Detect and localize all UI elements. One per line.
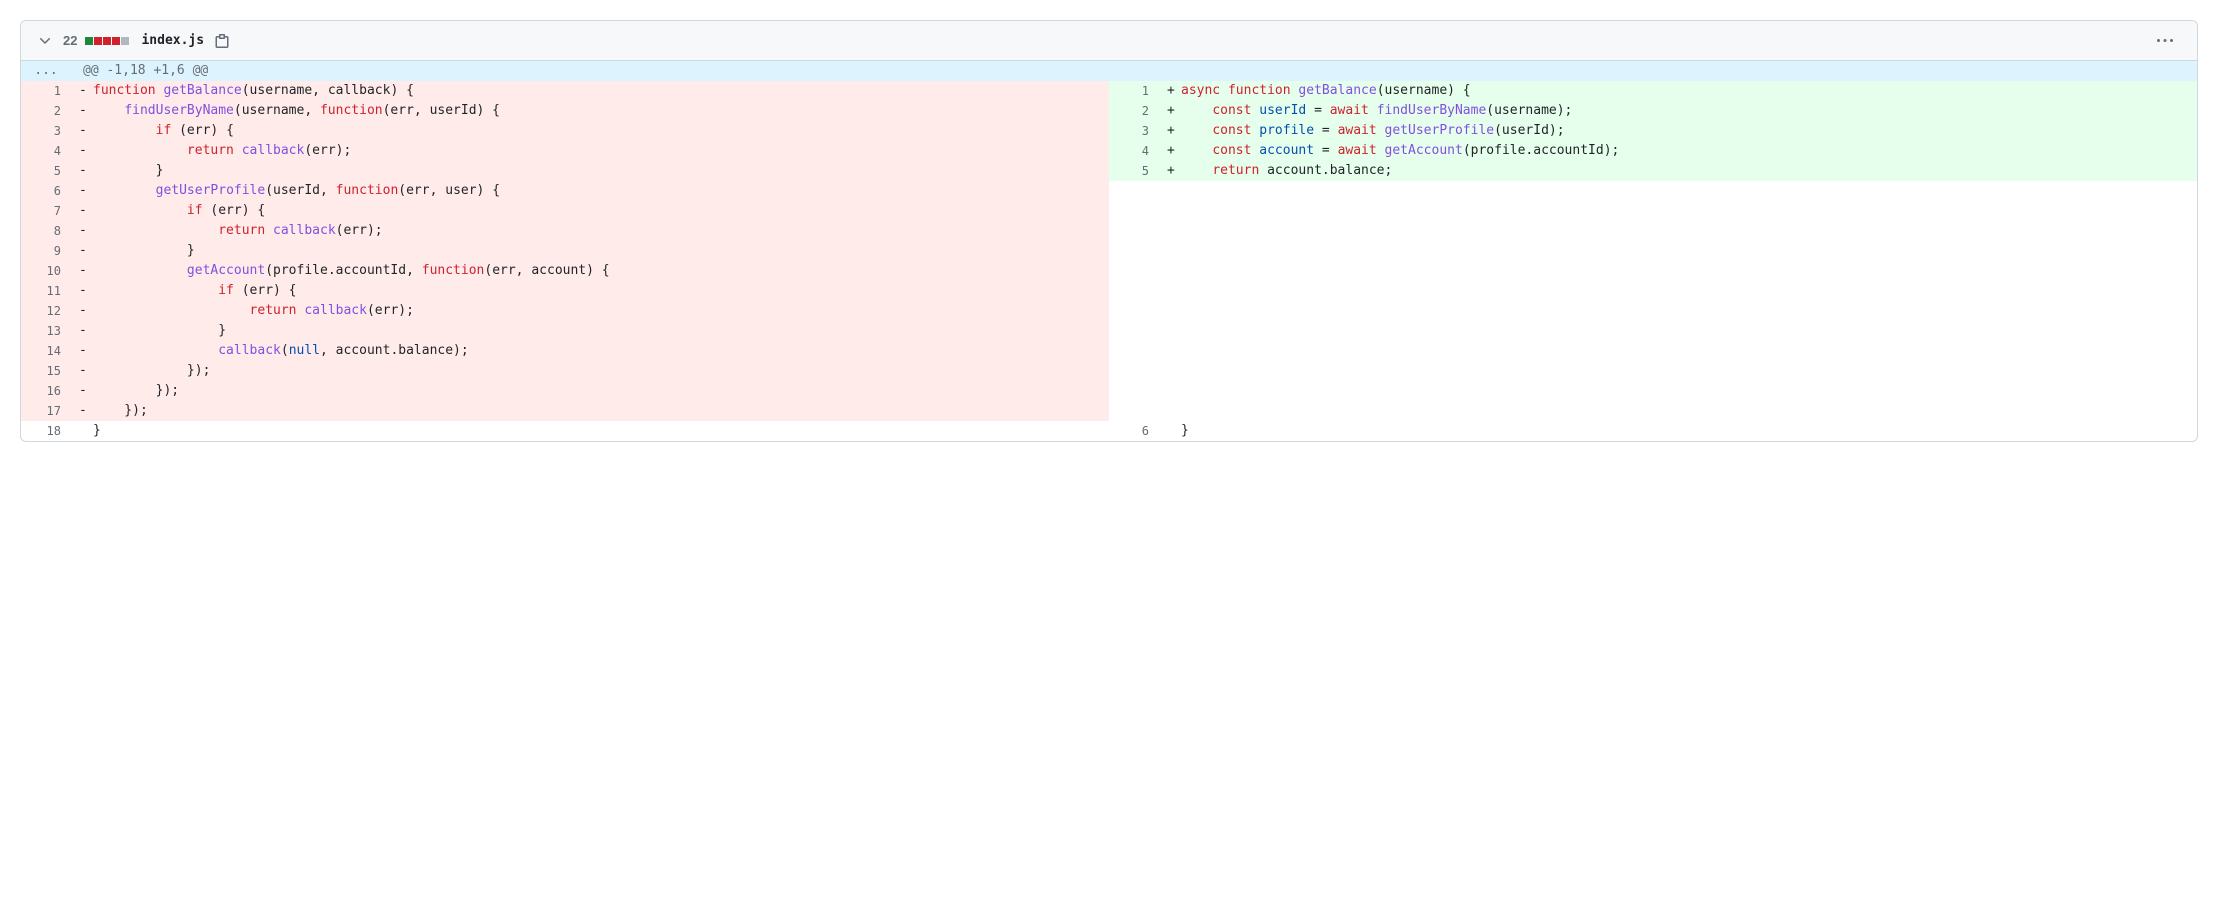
- line-number[interactable]: 5: [21, 161, 71, 181]
- line-number[interactable]: 18: [21, 421, 71, 441]
- code-line[interactable]: }: [71, 161, 1109, 181]
- line-number[interactable]: 6: [21, 181, 71, 201]
- table-row: 12 return callback(err);: [21, 301, 2197, 321]
- table-row: 7 if (err) {: [21, 201, 2197, 221]
- line-number[interactable]: 16: [21, 381, 71, 401]
- line-number[interactable]: 1: [21, 81, 71, 101]
- code-line[interactable]: }: [1159, 421, 2197, 441]
- code-line[interactable]: const userId = await findUserByName(user…: [1159, 101, 2197, 121]
- code-line[interactable]: async function getBalance(username) {: [1159, 81, 2197, 101]
- code-line[interactable]: return callback(err);: [71, 301, 1109, 321]
- table-row: 8 return callback(err);: [21, 221, 2197, 241]
- code-line[interactable]: }: [71, 241, 1109, 261]
- table-row: 3 if (err) {3 const profile = await getU…: [21, 121, 2197, 141]
- collapse-toggle[interactable]: [37, 33, 53, 49]
- code-line[interactable]: }: [71, 321, 1109, 341]
- line-number[interactable]: 10: [21, 261, 71, 281]
- line-number[interactable]: 17: [21, 401, 71, 421]
- change-count: 22: [63, 33, 77, 48]
- code-line[interactable]: function getBalance(username, callback) …: [71, 81, 1109, 101]
- diffstat-block: [112, 37, 120, 45]
- line-number[interactable]: 4: [1109, 141, 1159, 161]
- code-line[interactable]: findUserByName(username, function(err, u…: [71, 101, 1109, 121]
- filename-link[interactable]: index.js: [141, 33, 204, 48]
- code-line[interactable]: return callback(err);: [71, 141, 1109, 161]
- table-row: 11 if (err) {: [21, 281, 2197, 301]
- table-row: 14 callback(null, account.balance);: [21, 341, 2197, 361]
- table-row: 9 }: [21, 241, 2197, 261]
- line-number[interactable]: 1: [1109, 81, 1159, 101]
- line-number[interactable]: 2: [21, 101, 71, 121]
- line-number[interactable]: 14: [21, 341, 71, 361]
- line-number[interactable]: 8: [21, 221, 71, 241]
- table-row: 15 });: [21, 361, 2197, 381]
- diff-table: ... @@ -1,18 +1,6 @@ 1function getBalanc…: [21, 61, 2197, 441]
- line-number[interactable]: 9: [21, 241, 71, 261]
- code-line[interactable]: });: [71, 361, 1109, 381]
- line-number[interactable]: 12: [21, 301, 71, 321]
- table-row: 5 }5 return account.balance;: [21, 161, 2197, 181]
- file-header-left: 22 index.js: [37, 33, 230, 49]
- code-line[interactable]: return account.balance;: [1159, 161, 2197, 181]
- code-line[interactable]: });: [71, 381, 1109, 401]
- line-number[interactable]: 4: [21, 141, 71, 161]
- line-number[interactable]: 5: [1109, 161, 1159, 181]
- line-number[interactable]: 6: [1109, 421, 1159, 441]
- code-line[interactable]: const account = await getAccount(profile…: [1159, 141, 2197, 161]
- chevron-down-icon: [37, 33, 53, 49]
- code-line[interactable]: const profile = await getUserProfile(use…: [1159, 121, 2197, 141]
- line-number[interactable]: 2: [1109, 101, 1159, 121]
- file-menu-button[interactable]: [2149, 33, 2181, 49]
- code-line[interactable]: if (err) {: [71, 281, 1109, 301]
- code-line[interactable]: callback(null, account.balance);: [71, 341, 1109, 361]
- code-line[interactable]: return callback(err);: [71, 221, 1109, 241]
- line-number[interactable]: 3: [21, 121, 71, 141]
- line-number[interactable]: 7: [21, 201, 71, 221]
- table-row: 16 });: [21, 381, 2197, 401]
- code-line[interactable]: getUserProfile(userId, function(err, use…: [71, 181, 1109, 201]
- diffstat-block: [94, 37, 102, 45]
- hunk-header: @@ -1,18 +1,6 @@: [71, 61, 2197, 81]
- diff-file: 22 index.js ... @@ -1,18 +1,6 @@ 1functi…: [20, 20, 2198, 442]
- diffstat-block: [121, 37, 129, 45]
- diffstat-block: [85, 37, 93, 45]
- line-number[interactable]: 15: [21, 361, 71, 381]
- line-number[interactable]: 3: [1109, 121, 1159, 141]
- code-line[interactable]: });: [71, 401, 1109, 421]
- code-line[interactable]: if (err) {: [71, 201, 1109, 221]
- diffstat: [85, 37, 129, 45]
- hunk-header-row: ... @@ -1,18 +1,6 @@: [21, 61, 2197, 81]
- line-number[interactable]: 11: [21, 281, 71, 301]
- table-row: 10 getAccount(profile.accountId, functio…: [21, 261, 2197, 281]
- code-line[interactable]: getAccount(profile.accountId, function(e…: [71, 261, 1109, 281]
- table-row: 18}6}: [21, 421, 2197, 441]
- code-line[interactable]: if (err) {: [71, 121, 1109, 141]
- clipboard-icon: [214, 33, 230, 49]
- diff-tbody: ... @@ -1,18 +1,6 @@ 1function getBalanc…: [21, 61, 2197, 441]
- table-row: 1function getBalance(username, callback)…: [21, 81, 2197, 101]
- table-row: 6 getUserProfile(userId, function(err, u…: [21, 181, 2197, 201]
- table-row: 13 }: [21, 321, 2197, 341]
- diffstat-block: [103, 37, 111, 45]
- table-row: 17 });: [21, 401, 2197, 421]
- line-number[interactable]: 13: [21, 321, 71, 341]
- code-line[interactable]: }: [71, 421, 1109, 441]
- copy-path-button[interactable]: [214, 33, 230, 49]
- table-row: 4 return callback(err);4 const account =…: [21, 141, 2197, 161]
- table-row: 2 findUserByName(username, function(err,…: [21, 101, 2197, 121]
- kebab-icon: [2157, 33, 2173, 49]
- file-header: 22 index.js: [21, 21, 2197, 61]
- expand-hunk[interactable]: ...: [21, 61, 71, 81]
